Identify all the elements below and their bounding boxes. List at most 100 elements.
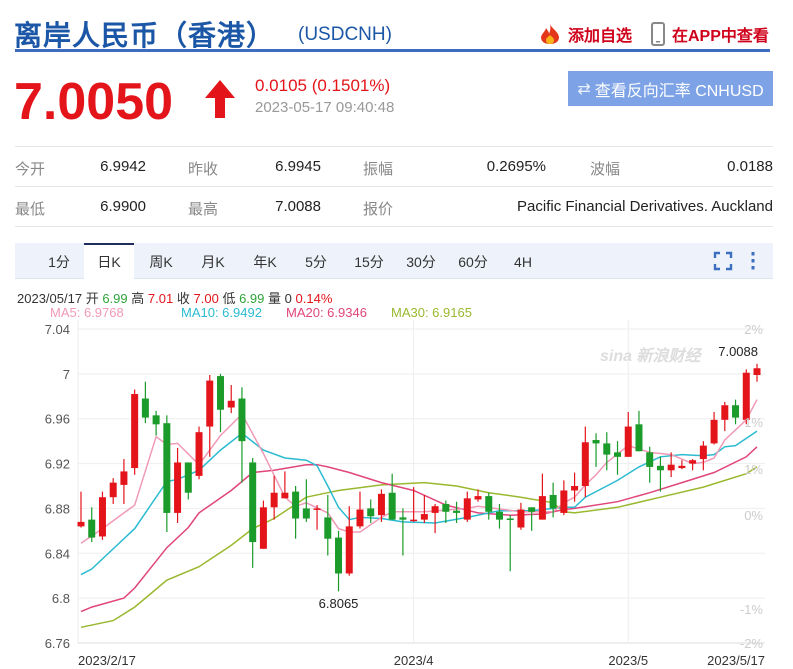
stat-value: 0.2695% [486,158,546,175]
view-in-app-button[interactable]: 在APP中查看 [650,22,769,46]
add-watchlist-button[interactable]: 添加自选 [538,22,632,46]
candle-body [710,419,718,444]
candle [592,433,600,467]
ma30-legend: MA30: 6.9165 [391,305,472,320]
tab-5min[interactable]: 5分 [292,243,340,279]
pct-tick-label: -1% [740,602,764,617]
ma20-line [80,446,758,613]
candle [313,505,321,530]
candle-body [174,462,182,513]
candle-body [571,486,579,491]
candle-body [302,508,310,519]
candle [721,401,729,432]
candle [699,441,707,471]
stat-value: 7.0088 [275,198,321,215]
fullscreen-icon[interactable] [713,251,733,271]
candle-body [206,380,214,427]
candle-body [528,507,536,512]
pct-tick-label: 2% [744,322,763,337]
candle [656,456,664,492]
y-tick-label: 6.92 [45,457,70,472]
stat-label: 最低 [15,201,46,218]
more-menu-icon[interactable] [749,251,757,271]
tab-15min[interactable]: 15分 [344,243,394,279]
candle-body [141,398,149,418]
candle-body [646,452,654,467]
candle-body [249,462,257,543]
stat-value: 6.9942 [100,158,146,175]
x-tick-label: 2023/5/17 [707,653,765,668]
candle [420,494,428,524]
candle-body [442,503,450,512]
pct-tick-label: 0% [744,508,763,523]
tab-weekly[interactable]: 周K [136,243,186,279]
phone-icon [651,22,665,46]
info-date: 2023/05/17 [17,291,83,306]
candlestick-chart[interactable]: sina 新浪财经 7.04 7 6.96 6.92 6.88 6.84 6.8 6.76 2%… [0,320,793,669]
candle [710,411,718,445]
candle-body [474,496,482,500]
candle-body [216,376,224,410]
candle-body [689,460,697,464]
candle-body [292,491,300,519]
candle-body [463,498,471,520]
candle-body [517,509,525,528]
stat-label: 今开 [15,161,46,178]
candle-body [420,514,428,520]
tab-1min[interactable]: 1分 [35,243,83,279]
candle-body [324,517,332,539]
tab-4h[interactable]: 4H [500,243,546,279]
info-low: 6.99 [239,291,265,306]
candle-body [259,507,267,549]
candle [216,373,224,433]
stat-value: 6.9945 [275,158,321,175]
symbol-code: (USDCNH) [298,24,392,45]
tab-monthly[interactable]: 月K [188,243,238,279]
swap-icon: ⇄ [577,80,591,98]
candle [399,508,407,556]
candle-body [313,508,321,510]
candle [517,502,525,530]
pct-tick-label: 1% [744,462,763,477]
ma20-legend: MA20: 6.9346 [286,305,367,320]
x-tick-label: 2023/4 [394,653,434,668]
candle-body [538,496,546,520]
candle-body [431,506,439,513]
sina-watermark-logo: sina 新浪财经 [600,347,702,365]
candle [249,457,257,568]
stat-value: 0.0188 [727,158,773,175]
header-divider [15,49,770,52]
info-open: 6.99 [102,291,128,306]
candle-body [195,432,203,476]
tab-30min[interactable]: 30分 [396,243,446,279]
candle-body [721,405,729,420]
tab-daily[interactable]: 日K [84,243,134,279]
candle-body [131,394,139,469]
current-price: 7.0050 [14,73,174,131]
candle-body [77,521,85,527]
candle [335,530,343,592]
candle-body [399,517,407,520]
candle [571,472,579,502]
candle [98,491,106,540]
candle-body [410,519,418,522]
candle [152,410,160,436]
candle-body [281,492,289,499]
candle-body [163,423,171,513]
reverse-rate-button[interactable]: ⇄ 查看反向汇率 CNHUSD [568,71,773,106]
candle [635,410,643,452]
tab-60min[interactable]: 60分 [448,243,498,279]
tab-yearly[interactable]: 年K [240,243,290,279]
candle-body [388,492,396,520]
info-open-label: 开 [85,291,99,306]
candle [753,363,761,382]
candle [538,473,546,520]
candle [270,475,278,520]
price-change: 0.0105 (0.1501%) [255,76,391,95]
stat-label: 振幅 [363,161,394,178]
y-tick-label: 6.8 [52,591,70,606]
info-pct: 0.14% [295,291,333,306]
candle [678,460,686,470]
divider [15,186,773,187]
candle-body [592,440,600,444]
